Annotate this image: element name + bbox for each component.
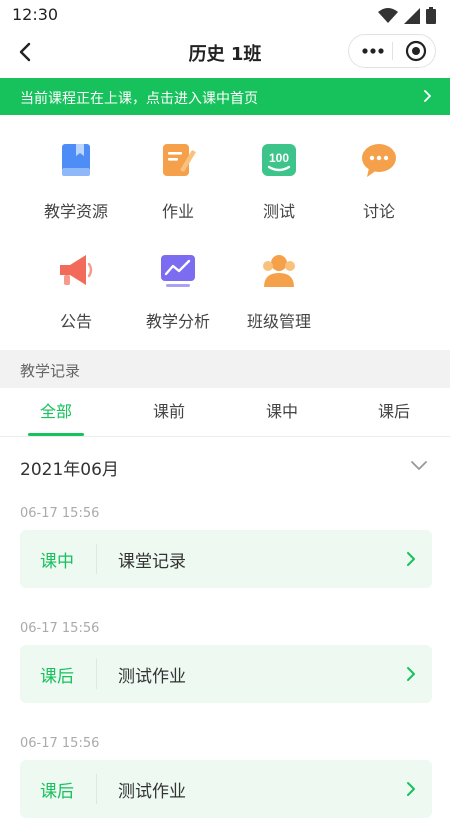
tab-after-class[interactable]: 课后 — [338, 388, 450, 436]
chevron-right-icon — [407, 552, 415, 566]
record-divider — [96, 659, 97, 689]
live-class-banner[interactable]: 当前课程正在上课，点击进入课中首页 — [0, 78, 450, 115]
menu-label: 测试 — [262, 202, 295, 221]
status-time: 12:30 — [12, 5, 59, 24]
record-card[interactable]: 课后 测试作业 — [20, 760, 432, 818]
record-title: 课堂记录 — [118, 552, 186, 572]
menu-item-class-management[interactable]: 班级管理 — [229, 240, 329, 331]
status-icons — [378, 7, 436, 24]
menu-label: 公告 — [59, 312, 92, 331]
nav-bar: 历史 1班 — [0, 30, 450, 76]
status-bar: 12:30 — [0, 0, 450, 30]
record-title: 测试作业 — [118, 667, 186, 687]
section-header: 教学记录 — [0, 350, 450, 388]
menu-label: 教学资源 — [43, 202, 108, 221]
month-label: 2021年06月 — [20, 460, 119, 480]
menu-item-test[interactable]: 100 测试 — [229, 130, 329, 221]
record-phase: 课中 — [40, 552, 74, 572]
record-item: 06-17 15:56 课后 测试作业 — [0, 736, 450, 836]
menu-item-announcement[interactable]: 公告 — [26, 240, 126, 331]
function-grid: 教学资源 作业 100 测试 讨论 公告 教学分析 班级管理 — [0, 130, 450, 350]
banner-text: 当前课程正在上课，点击进入课中首页 — [20, 91, 258, 107]
wifi-icon — [378, 7, 398, 23]
record-phase: 课后 — [40, 667, 74, 687]
capsule-divider — [392, 42, 393, 60]
menu-item-homework[interactable]: 作业 — [128, 130, 228, 221]
record-item: 06-17 15:56 课后 测试作业 — [0, 621, 450, 721]
record-time: 06-17 15:56 — [20, 506, 100, 521]
chevron-down-icon[interactable] — [410, 460, 428, 472]
chevron-right-icon — [407, 667, 415, 681]
group-icon — [263, 255, 295, 287]
score-100-icon: 100 — [262, 144, 296, 176]
menu-item-teaching-analysis[interactable]: 教学分析 — [128, 240, 228, 331]
record-tabs: 全部 课前 课中 课后 — [0, 388, 450, 437]
menu-label: 教学分析 — [145, 312, 210, 331]
record-phase: 课后 — [40, 782, 74, 802]
record-title: 测试作业 — [118, 782, 186, 802]
record-divider — [96, 544, 97, 574]
tab-before-class[interactable]: 课前 — [113, 388, 225, 436]
record-item: 06-17 15:56 课中 课堂记录 — [0, 506, 450, 606]
megaphone-icon — [60, 255, 93, 285]
tab-all[interactable]: 全部 — [0, 388, 112, 436]
section-title: 教学记录 — [20, 362, 81, 380]
record-time: 06-17 15:56 — [20, 621, 100, 636]
battery-icon — [426, 7, 436, 24]
miniprogram-capsule — [348, 34, 436, 68]
edit-note-icon — [163, 144, 196, 176]
tab-in-class[interactable]: 课中 — [226, 388, 338, 436]
analysis-chart-icon — [161, 255, 195, 287]
book-icon — [62, 144, 90, 176]
menu-label: 班级管理 — [246, 312, 311, 331]
signal-icon — [404, 7, 420, 24]
chevron-right-icon — [407, 782, 415, 796]
close-miniprogram-icon[interactable] — [405, 40, 427, 62]
more-icon[interactable] — [362, 44, 384, 58]
svg-text:100: 100 — [269, 151, 289, 165]
record-card[interactable]: 课后 测试作业 — [20, 645, 432, 703]
chat-bubble-icon — [362, 144, 396, 177]
menu-item-teaching-resources[interactable]: 教学资源 — [26, 130, 126, 221]
record-time: 06-17 15:56 — [20, 736, 100, 751]
menu-label: 讨论 — [362, 202, 395, 221]
menu-item-discussion[interactable]: 讨论 — [329, 130, 429, 221]
record-card[interactable]: 课中 课堂记录 — [20, 530, 432, 588]
menu-label: 作业 — [161, 202, 194, 221]
chevron-right-icon — [424, 90, 431, 102]
